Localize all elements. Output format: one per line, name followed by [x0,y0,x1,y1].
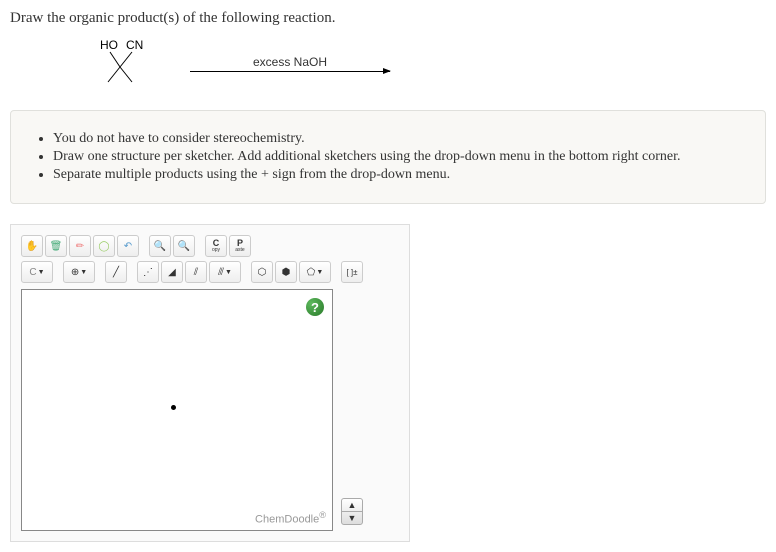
label-ho: HO [100,38,118,52]
hand-tool-button[interactable]: ✋ [21,235,43,257]
instruction-item: You do not have to consider stereochemis… [53,131,741,147]
eraser-button[interactable]: ✏ [69,235,91,257]
sketcher-panel: ✋ 🗑 ✏ ◯ ↶ 🔍 🔍 Copy Paste C▼ ⊕▼ ╱ ⋰ ◢ ⫽ ⫻… [10,224,410,542]
sketcher-stepper: ▲ ▼ [341,498,363,525]
bracket-button[interactable]: [ ]± [341,261,363,283]
add-sketcher-button[interactable]: ▲ [342,499,362,512]
ring-dropdown-button[interactable]: ⬠▼ [299,261,331,283]
help-icon[interactable]: ? [306,298,324,316]
double-bond-button[interactable]: ⫽ [185,261,207,283]
single-bond-button[interactable]: ╱ [105,261,127,283]
lasso-button[interactable]: ◯ [93,235,115,257]
toolbar-row-1: ✋ 🗑 ✏ ◯ ↶ 🔍 🔍 Copy Paste [21,235,399,257]
clear-button[interactable]: 🗑 [45,235,67,257]
benzene-button[interactable]: ⬢ [275,261,297,283]
canvas-atom-placeholder[interactable] [171,405,176,410]
instruction-item: Separate multiple products using the + s… [53,167,741,183]
undo-button[interactable]: ↶ [117,235,139,257]
bond-dropdown-button[interactable]: ⫻▼ [209,261,241,283]
remove-sketcher-button[interactable]: ▼ [342,512,362,524]
toolbar-row-2: C▼ ⊕▼ ╱ ⋰ ◢ ⫽ ⫻▼ ⬡ ⬢ ⬠▼ [ ]± [21,261,399,283]
instruction-item: Draw one structure per sketcher. Add add… [53,149,741,165]
drawing-canvas[interactable]: ? ChemDoodle® [21,289,333,531]
reagent-label: excess NaOH [253,55,327,69]
chemdoodle-brand: ChemDoodle® [255,510,326,526]
cyclohexane-button[interactable]: ⬡ [251,261,273,283]
zoom-out-button[interactable]: 🔍 [173,235,195,257]
reaction-diagram: HO CN excess NaOH [90,37,766,90]
question-text: Draw the organic product(s) of the follo… [10,10,766,27]
label-cn: CN [126,38,143,52]
element-picker-button[interactable]: C▼ [21,261,53,283]
instructions-panel: You do not have to consider stereochemis… [10,110,766,204]
arrow-line [190,71,390,72]
reaction-arrow: excess NaOH [190,55,390,72]
reactant-molecule: HO CN [90,37,150,90]
copy-button[interactable]: Copy [205,235,227,257]
wedge-bond-button[interactable]: ◢ [161,261,183,283]
paste-button[interactable]: Paste [229,235,251,257]
zoom-in-button[interactable]: 🔍 [149,235,171,257]
charge-button[interactable]: ⊕▼ [63,261,95,283]
recessed-bond-button[interactable]: ⋰ [137,261,159,283]
